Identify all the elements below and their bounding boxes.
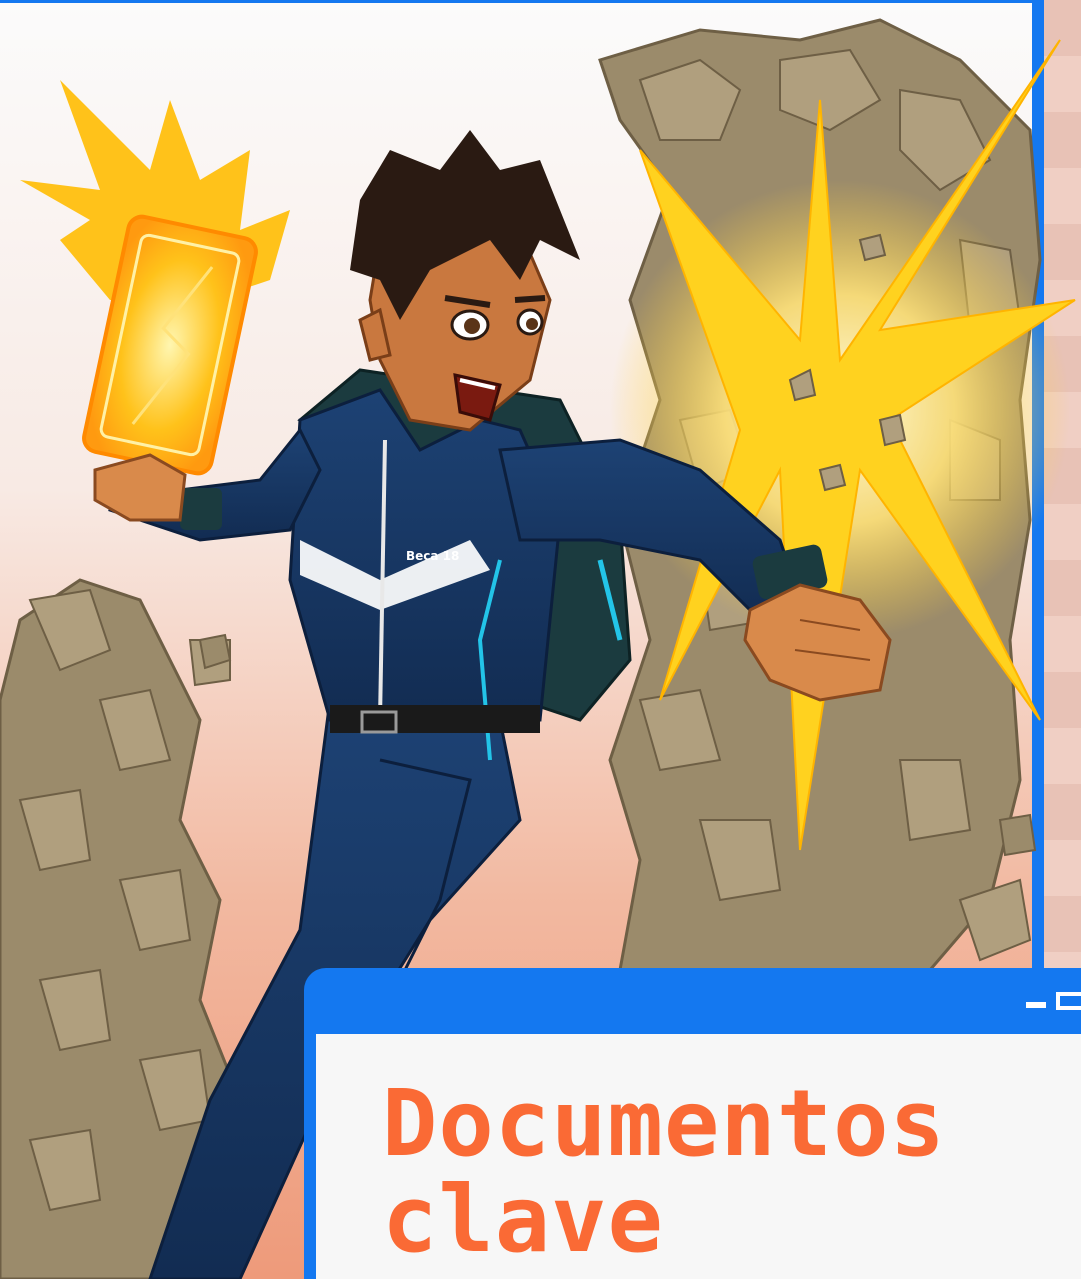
documents-title: Documentos clave xyxy=(382,1076,1062,1268)
documents-window-titlebar xyxy=(304,968,1081,1034)
documents-window-content: Documentos clave xyxy=(316,1034,1081,1279)
desktop: Beca 18 Documentos clave xyxy=(0,0,1081,1279)
documents-window: Documentos clave xyxy=(304,968,1081,1279)
badge-text: Beca 18 xyxy=(406,549,459,563)
minimize-icon[interactable] xyxy=(1026,1002,1046,1008)
documents-title-line2: clave xyxy=(382,1166,664,1273)
documents-title-line1: Documentos xyxy=(382,1070,946,1177)
maximize-icon[interactable] xyxy=(1056,992,1081,1010)
